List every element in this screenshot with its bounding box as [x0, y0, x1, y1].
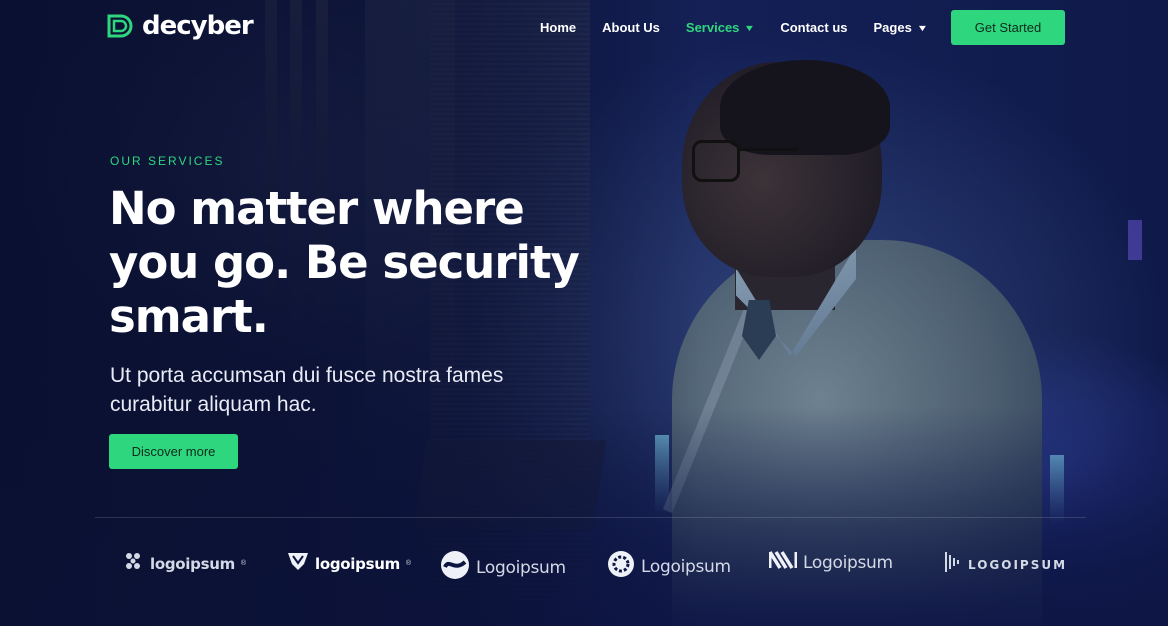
n-stripes-icon — [768, 550, 798, 575]
registered-mark: ® — [240, 560, 247, 567]
section-eyebrow: OUR SERVICES — [110, 154, 225, 168]
nav-item-about[interactable]: About Us — [602, 20, 660, 35]
nav-label: Home — [540, 20, 577, 35]
discover-more-button[interactable]: Discover more — [109, 434, 238, 469]
nav-label: Services — [685, 20, 740, 35]
gear-circle-icon — [607, 550, 635, 583]
cluster-icon — [122, 550, 144, 577]
partner-logo[interactable]: logoipsum ® — [287, 550, 411, 577]
partner-logo[interactable]: Logoipsum — [768, 550, 893, 575]
nav-label: About Us — [602, 20, 660, 35]
partner-name: Logoipsum — [641, 556, 731, 577]
divider — [95, 517, 1086, 518]
get-started-button[interactable]: Get Started — [951, 10, 1065, 45]
shield-icon — [287, 550, 309, 577]
brand-name: decyber — [142, 11, 254, 41]
partner-logo[interactable]: Logoipsum — [440, 550, 566, 585]
partner-name: Logoipsum — [803, 552, 893, 573]
partner-name: logoipsum — [150, 554, 235, 573]
hero-subtitle: Ut porta accumsan dui fusce nostra fames… — [110, 364, 504, 416]
chevron-down-icon: ▼ — [916, 22, 929, 33]
partner-name: LOGOIPSUM — [968, 557, 1068, 572]
registered-mark: ® — [405, 560, 412, 567]
partner-logos: logoipsum ® logoipsum ® Logoipsum Logoipsu… — [0, 546, 1168, 586]
partner-logo[interactable]: LOGOIPSUM — [944, 550, 1067, 579]
nav-label: Pages — [873, 20, 912, 35]
brand-mark-icon — [106, 10, 138, 42]
partner-name: Logoipsum — [476, 557, 566, 578]
chevron-down-icon: ▼ — [744, 22, 756, 33]
partner-name: logoipsum — [315, 554, 400, 573]
site-header: decyber Home About Us Services ▼ Contact … — [0, 0, 1168, 56]
nav-item-home[interactable]: Home — [540, 20, 576, 35]
partner-logo[interactable]: logoipsum ® — [122, 550, 246, 577]
partner-logo[interactable]: Logoipsum — [607, 550, 731, 583]
brand-logo[interactable]: decyber — [106, 10, 254, 42]
bars-icon — [944, 550, 962, 579]
hero-headline: No matter where you go. Be security smar… — [109, 182, 580, 343]
wave-circle-icon — [440, 550, 470, 585]
nav-item-contact[interactable]: Contact us — [780, 20, 847, 35]
main-nav: Home About Us Services ▼ Contact us Pages… — [540, 20, 929, 35]
nav-label: Contact us — [780, 20, 848, 35]
nav-item-services[interactable]: Services ▼ — [685, 20, 756, 35]
nav-item-pages[interactable]: Pages ▼ — [873, 20, 929, 35]
